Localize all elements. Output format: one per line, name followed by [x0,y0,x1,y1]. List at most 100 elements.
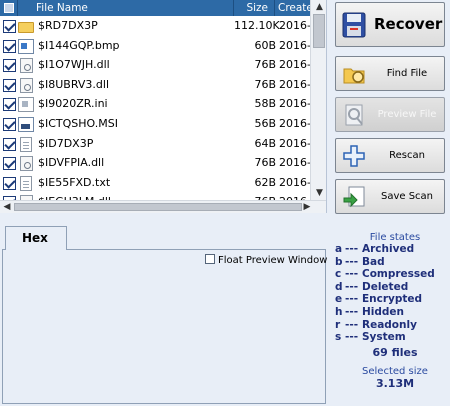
float-preview-checkbox[interactable] [205,254,215,264]
file-rows: $RD7DX3P 112.10K 2016-0 $I144GQP.bmp 60B… [0,16,310,212]
state-label: Deleted [362,280,409,293]
folder-icon [18,22,34,33]
scroll-up-icon[interactable]: ▲ [311,0,326,14]
row-checkbox[interactable] [3,98,16,112]
table-row[interactable]: $I8UBRV3.dll 76B 2016-0 [0,75,310,95]
state-key: a [335,243,343,255]
row-checkbox[interactable] [3,157,16,171]
save-disk-icon [342,12,366,38]
file-name: $I9020ZR.ini [38,97,108,111]
bitmap-file-icon [18,38,34,54]
state-sep: --- [345,318,359,331]
dll-file-icon [20,77,33,93]
file-size: 56B [254,116,276,130]
rescan-button[interactable]: Rescan [335,138,445,173]
state-sep: --- [345,331,359,344]
recover-button[interactable]: Recover [335,2,445,47]
file-size: 58B [254,97,276,111]
tab-hex[interactable]: Hex [5,226,67,250]
file-name: $ID7DX3P [38,136,94,150]
file-size: 64B [254,136,276,150]
file-created: 2016-0 [279,38,310,52]
float-preview-option[interactable]: Float Preview Window [205,254,327,266]
find-file-label: Find File [386,68,428,79]
state-key: e [335,293,343,306]
table-row[interactable]: $I9020ZR.ini 58B 2016-0 [0,94,310,114]
state-label: Encrypted [362,293,423,306]
file-size: 62B [254,175,276,189]
find-folder-icon [343,68,365,84]
file-size: 112.10K [234,19,280,32]
file-created: 2016-0 [279,156,310,170]
horizontal-scrollbar[interactable]: ◀ ▶ [0,200,326,213]
state-key: h [335,305,343,318]
select-all-icon[interactable] [4,3,14,13]
state-system: s --- System [330,331,450,344]
vertical-scrollbar[interactable]: ▲ ▼ [310,0,326,200]
file-states-title: File states [369,232,421,243]
selected-size-label: Selected size [362,365,428,377]
state-deleted: d --- Deleted [330,281,450,294]
preview-magnifier-icon [345,104,363,126]
state-sep: --- [345,255,359,268]
horizontal-scroll-thumb[interactable] [14,203,302,211]
scroll-left-icon[interactable]: ◀ [0,201,14,213]
float-preview-label: Float Preview Window [218,255,328,266]
dll-file-icon [20,58,33,74]
scroll-right-icon[interactable]: ▶ [300,201,314,213]
state-readonly: r --- Readonly [330,319,450,332]
column-header-file-name[interactable]: File Name [18,0,234,16]
select-all-header[interactable] [0,0,18,16]
find-file-button[interactable]: Find File [335,56,445,91]
row-checkbox[interactable] [3,176,16,190]
row-checkbox[interactable] [3,39,16,53]
state-label: System [362,331,406,344]
file-created: 2016-0 [279,97,310,111]
state-label: Compressed [362,268,435,281]
row-checkbox[interactable] [3,59,16,73]
file-name: $IE55FXD.txt [38,175,111,189]
state-key: b [335,255,343,268]
table-row[interactable]: $ICTQSHO.MSI 56B 2016-0 [0,114,310,134]
file-name: $I144GQP.bmp [38,38,120,52]
row-checkbox[interactable] [3,20,16,33]
state-label: Archived [362,243,415,255]
vertical-scroll-thumb[interactable] [313,14,325,48]
column-header-size[interactable]: Size [234,0,275,16]
state-key: d [335,280,343,293]
file-list[interactable]: File Name Size Create $RD7DX3P 112.10K 2… [0,0,327,213]
state-sep: --- [345,280,359,293]
scroll-down-icon[interactable]: ▼ [311,186,326,200]
file-name: $RD7DX3P [38,19,98,32]
row-checkbox[interactable] [3,117,16,131]
table-row[interactable]: $IDVFPIA.dll 76B 2016-0 [0,153,310,173]
file-created: 2016-0 [279,77,310,91]
dll-file-icon [20,156,33,172]
preview-pane: Hex Float Preview Window [0,226,329,406]
row-checkbox[interactable] [3,137,16,151]
file-list-header: File Name Size Create [0,0,313,16]
file-name: $ICTQSHO.MSI [38,116,118,130]
state-sep: --- [345,305,359,318]
row-checkbox[interactable] [3,78,16,92]
save-scan-label: Save Scan [380,191,434,202]
table-row[interactable]: $I1O7WJH.dll 76B 2016-0 [0,55,310,75]
column-header-created[interactable]: Create [275,0,315,16]
save-scan-button[interactable]: Save Scan [335,179,445,214]
table-row[interactable]: $I144GQP.bmp 60B 2016-0 [0,36,310,56]
text-file-icon [20,175,32,191]
state-label: Bad [362,255,385,268]
file-created: 2016-0 [279,116,310,130]
file-created: 2016-0 [279,136,310,150]
generic-file-icon [20,136,32,152]
rescan-label: Rescan [389,150,425,161]
table-row[interactable]: $RD7DX3P 112.10K 2016-0 [0,16,310,36]
state-key: r [335,318,341,331]
table-row[interactable]: $IE55FXD.txt 62B 2016-0 [0,173,310,193]
state-archived: a --- Archived [330,243,450,256]
recover-label: Recover [374,15,443,33]
preview-file-button[interactable]: Preview File [335,97,445,132]
state-key: s [335,331,342,344]
table-row[interactable]: $ID7DX3P 64B 2016-0 [0,134,310,154]
state-sep: --- [345,243,359,255]
